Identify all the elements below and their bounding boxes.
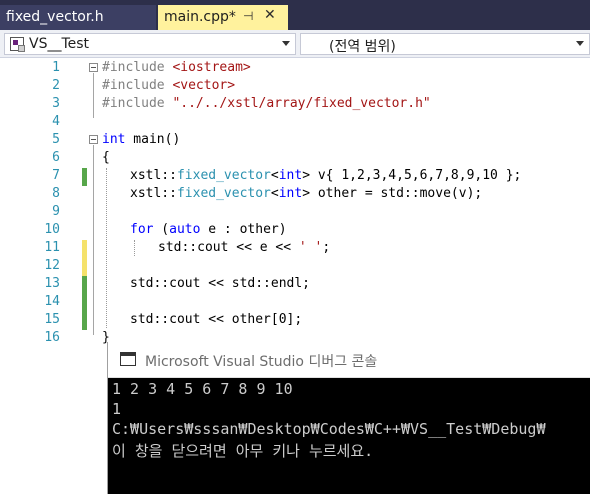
code-line-5: int main() <box>102 132 180 147</box>
indent-guide <box>106 168 107 328</box>
code-text: ; <box>322 240 331 255</box>
code-line-11: std::cout << e << ' '; <box>158 240 330 255</box>
code-line-15: std::cout << other[0]; <box>130 312 303 327</box>
line-number: 2 <box>52 78 60 93</box>
line-number: 8 <box>52 186 60 201</box>
line-number: 3 <box>52 96 60 111</box>
code-line-7: xstl::fixed_vector<int> v{ 1,2,3,4,5,6,7… <box>130 168 521 183</box>
code-text: std::cout << e << <box>158 240 299 255</box>
code-text: main() <box>125 132 181 147</box>
collapse-region-icon[interactable] <box>89 135 98 144</box>
line-number: 12 <box>44 258 60 273</box>
code-line-8: xstl::fixed_vector<int> other = std::mov… <box>130 186 482 201</box>
keyword: int <box>278 186 303 201</box>
code-text: > other = std::move(v); <box>302 186 483 201</box>
line-number: 11 <box>44 240 60 255</box>
code-text: xstl:: <box>130 186 177 201</box>
keyword: int <box>102 132 126 147</box>
code-line-2: #include <vector> <box>102 78 235 93</box>
code-line-3: #include "../../xstl/array/fixed_vector.… <box>102 96 431 111</box>
preprocessor-directive: #include <box>102 60 165 75</box>
line-number: 16 <box>44 330 60 345</box>
preprocessor-directive: #include <box>102 96 165 111</box>
navigation-bar: VS__Test (전역 범위) <box>0 30 590 58</box>
indent-guide <box>134 240 135 256</box>
code-line-10: for (auto e : other) <box>130 222 287 237</box>
line-number: 15 <box>44 312 60 327</box>
console-output-line: 1 <box>112 400 122 418</box>
code-line-6: { <box>102 150 110 165</box>
console-output-line: C:₩Users₩sssan₩Desktop₩Codes₩C++₩VS__Tes… <box>112 420 546 438</box>
code-text: xstl:: <box>130 168 177 183</box>
include-path: <vector> <box>172 78 236 93</box>
chevron-down-icon[interactable] <box>282 41 290 46</box>
code-line-13: std::cout << std::endl; <box>130 276 311 291</box>
tab-label: fixed_vector.h <box>6 9 104 25</box>
line-number: 6 <box>52 150 60 165</box>
project-scope-value: VS__Test <box>29 36 90 52</box>
keyword: int <box>278 168 303 183</box>
type-name: fixed_vector <box>176 168 271 183</box>
project-icon <box>10 37 25 52</box>
close-icon[interactable]: ✕ <box>264 7 276 23</box>
tab-fixed-vector-h[interactable]: fixed_vector.h <box>0 5 156 30</box>
console-app-icon <box>120 352 136 366</box>
collapse-region-icon[interactable] <box>89 63 98 72</box>
line-number: 1 <box>52 60 60 75</box>
line-number: 4 <box>52 114 60 129</box>
console-title: Microsoft Visual Studio 디버그 콘솔 <box>145 354 378 370</box>
project-scope-dropdown[interactable]: VS__Test <box>4 33 296 55</box>
document-tab-strip: fixed_vector.h main.cpp* ⊣ ✕ <box>0 0 590 30</box>
console-title-bar[interactable]: Microsoft Visual Studio 디버그 콘솔 <box>108 342 590 378</box>
change-indicator-saved <box>82 276 87 330</box>
debug-console-window[interactable]: Microsoft Visual Studio 디버그 콘솔 1 2 3 4 5… <box>107 342 590 494</box>
outline-line <box>93 73 94 118</box>
line-number: 9 <box>52 204 60 219</box>
member-scope-dropdown[interactable]: (전역 범위) <box>300 33 590 55</box>
chevron-down-icon[interactable] <box>576 41 584 46</box>
include-path: "../../xstl/array/fixed_vector.h" <box>172 96 431 111</box>
code-line-1: #include <iostream> <box>102 60 251 75</box>
type-name: fixed_vector <box>176 186 271 201</box>
code-text: < <box>270 168 279 183</box>
line-number: 14 <box>44 294 60 309</box>
include-path: <iostream> <box>172 60 251 75</box>
code-text: ( <box>153 222 170 237</box>
char-literal: ' ' <box>298 240 323 255</box>
code-text: > v{ 1,2,3,4,5,6,7,8,9,10 }; <box>302 168 522 183</box>
code-text: < <box>270 186 279 201</box>
console-output-line: 이 창을 닫으려면 아무 키나 누르세요. <box>112 442 374 460</box>
member-scope-value: (전역 범위) <box>329 39 396 55</box>
code-text: e : other) <box>200 222 287 237</box>
outline-line <box>93 145 94 335</box>
line-number: 13 <box>44 276 60 291</box>
line-number: 7 <box>52 168 60 183</box>
keyword: for <box>130 222 154 237</box>
line-number: 10 <box>44 222 60 237</box>
tab-main-cpp[interactable]: main.cpp* ⊣ ✕ <box>158 5 288 30</box>
line-number: 5 <box>52 132 60 147</box>
change-indicator-unsaved <box>82 240 87 276</box>
tab-label: main.cpp* <box>164 9 236 25</box>
change-indicator-saved <box>82 168 87 186</box>
pin-icon[interactable]: ⊣ <box>243 9 253 23</box>
preprocessor-directive: #include <box>102 78 165 93</box>
keyword: auto <box>169 222 201 237</box>
console-output-line: 1 2 3 4 5 6 7 8 9 10 <box>112 380 293 398</box>
